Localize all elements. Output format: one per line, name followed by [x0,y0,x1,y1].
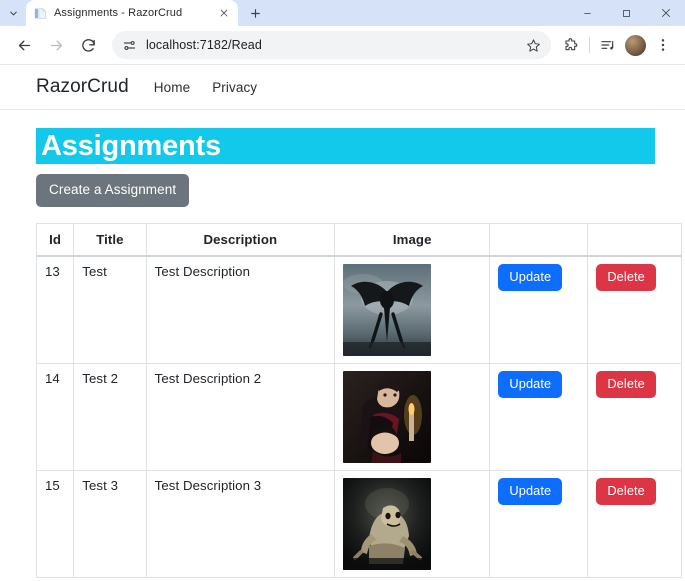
crawling-ghoul-thumbnail [343,477,432,570]
winged-demon-thumbnail [343,263,432,356]
table-row: 13 Test Test Description Update Delete [35,255,682,364]
page-viewport: RazorCrud Home Privacy Assignments Creat… [0,65,685,580]
minimize-button[interactable] [568,0,607,26]
toolbar-divider [589,37,590,53]
tab-close-icon[interactable] [216,6,231,21]
cell-update: Update [489,362,589,471]
cell-image [334,362,491,471]
back-arrow-icon[interactable] [8,29,40,61]
column-header-id: Id [35,222,75,257]
create-assignment-button[interactable]: Create a Assignment [36,174,190,207]
window-controls [568,0,685,26]
update-button[interactable]: Update [498,263,563,291]
site-navbar: RazorCrud Home Privacy [0,65,685,110]
cell-description: Test Description 3 [145,469,336,578]
cell-title: Test [73,255,147,364]
cell-description: Test Description 2 [145,362,336,471]
assignments-table: Id Title Description Image 13 Test Test … [35,222,682,578]
column-header-title: Title [73,222,147,257]
browser-toolbar: localhost:7182/Read [0,26,685,65]
cell-title: Test 3 [73,469,147,578]
cell-delete: Delete [587,469,682,578]
main-content: Assignments Create a Assignment Id Title… [0,128,685,580]
update-button[interactable]: Update [498,477,563,505]
window-close-button[interactable] [646,0,685,26]
cell-image [334,469,491,578]
delete-button[interactable]: Delete [596,477,656,505]
column-header-description: Description [145,222,336,257]
cell-description: Test Description [145,255,336,364]
reload-icon[interactable] [72,29,104,61]
tab-search-chevron-down-icon[interactable] [0,0,26,26]
profile-avatar[interactable] [625,34,646,56]
cell-update: Update [489,469,589,578]
browser-window: Assignments - RazorCrud localhost:7182/R… [0,0,685,581]
nav-link-home[interactable]: Home [154,80,190,95]
nav-link-privacy[interactable]: Privacy [212,80,257,95]
puzzle-piece-icon[interactable] [557,31,585,59]
cell-update: Update [489,255,589,364]
column-header-delete [587,222,682,257]
vampire-couple-thumbnail [343,370,432,463]
cell-image [334,255,491,364]
document-favicon-icon [33,6,47,20]
table-row: 14 Test 2 Test Description 2 Update Dele… [35,362,682,471]
delete-button[interactable]: Delete [596,263,656,291]
page-title: Assignments [41,129,221,162]
page-title-banner: Assignments [36,128,655,164]
star-icon[interactable] [526,38,541,53]
table-body: 13 Test Test Description Update Delete 1… [35,255,682,578]
table-head: Id Title Description Image [35,222,682,257]
cell-delete: Delete [587,255,682,364]
column-header-image: Image [334,222,491,257]
url-text[interactable]: localhost:7182/Read [146,38,517,52]
update-button[interactable]: Update [498,370,563,398]
tune-sliders-icon[interactable] [122,38,137,53]
downloads-list-icon[interactable] [594,31,622,59]
delete-button[interactable]: Delete [596,370,656,398]
forward-arrow-icon[interactable] [40,29,72,61]
browser-tab[interactable]: Assignments - RazorCrud [26,0,238,26]
cell-delete: Delete [587,362,682,471]
cell-id: 13 [35,255,75,364]
cell-title: Test 2 [73,362,147,471]
address-bar[interactable]: localhost:7182/Read [112,31,551,59]
table-row: 15 Test 3 Test Description 3 Update Dele… [35,469,682,578]
three-dots-menu-icon[interactable] [649,31,677,59]
new-tab-button[interactable] [242,0,268,26]
tab-strip: Assignments - RazorCrud [0,0,685,26]
maximize-button[interactable] [607,0,646,26]
site-brand[interactable]: RazorCrud [36,76,129,98]
column-header-update [489,222,589,257]
table-header-row: Id Title Description Image [35,222,682,257]
tab-title: Assignments - RazorCrud [54,7,183,19]
cell-id: 14 [35,362,75,471]
cell-id: 15 [35,469,75,578]
